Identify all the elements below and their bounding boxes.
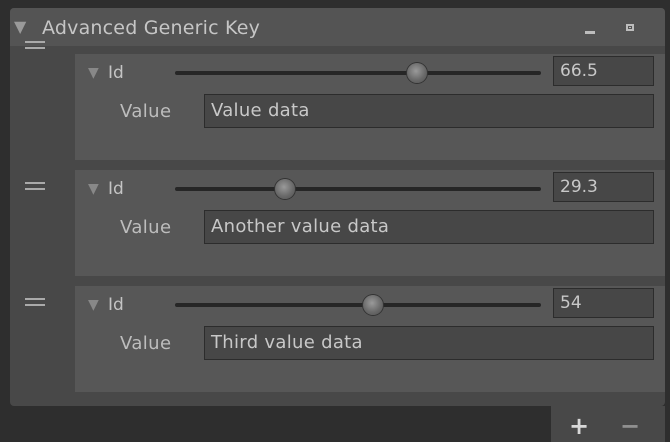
drag-handle-icon[interactable] [25,41,45,49]
panel-header[interactable]: ▼ Advanced Generic Key [10,8,665,46]
id-slider-thumb[interactable] [274,179,295,199]
id-slider[interactable] [175,187,541,191]
triangle-down-icon[interactable]: ▼ [14,19,26,35]
value-text-field[interactable]: Third value data [204,326,654,360]
id-number-field[interactable]: 66.5 [553,56,654,86]
value-label: Value [120,101,172,122]
triangle-down-icon[interactable]: ▼ [88,66,99,80]
value-label: Value [120,333,172,354]
id-slider-thumb[interactable] [406,63,427,83]
add-element-button[interactable]: + [569,414,589,438]
inspector-background: ▼ Advanced Generic Key ▼ Id 66.5 Value V… [0,0,670,442]
list-item: ▼ Id 54 Value Third value data [75,286,665,392]
list-item: ▼ Id 66.5 Value Value data [75,54,665,160]
value-text-field[interactable]: Value data [204,94,654,128]
list-item: ▼ Id 29.3 Value Another value data [75,170,665,276]
drag-handle-icon[interactable] [25,298,45,306]
reorderable-list-panel: ▼ Advanced Generic Key ▼ Id 66.5 Value V… [10,8,665,406]
maximize-icon[interactable] [626,24,634,31]
value-label: Value [120,217,172,238]
value-text-field[interactable]: Another value data [204,210,654,244]
triangle-down-icon[interactable]: ▼ [88,298,99,312]
id-label: Id [108,295,124,315]
minimize-icon[interactable] [585,31,595,34]
remove-element-button[interactable]: − [620,414,640,438]
panel-title: Advanced Generic Key [42,17,261,39]
id-slider[interactable] [175,303,541,307]
id-slider[interactable] [175,71,541,75]
id-label: Id [108,179,124,199]
id-slider-thumb[interactable] [362,295,383,315]
drag-handle-icon[interactable] [25,182,45,190]
id-number-field[interactable]: 29.3 [553,172,654,202]
id-number-field[interactable]: 54 [553,288,654,318]
triangle-down-icon[interactable]: ▼ [88,182,99,196]
id-label: Id [108,63,124,83]
